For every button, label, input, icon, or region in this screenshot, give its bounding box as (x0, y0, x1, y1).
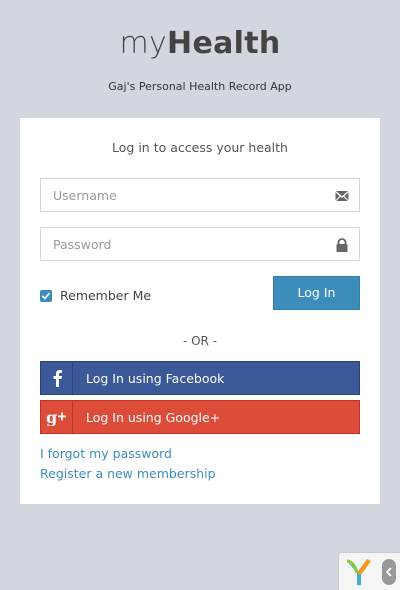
debug-toolbar-toggle[interactable] (382, 559, 396, 585)
google-login-label: Log In using Google+ (86, 409, 221, 425)
remember-me[interactable]: Remember Me (40, 288, 151, 303)
debug-toolbar[interactable] (338, 552, 400, 590)
login-box-message: Log in to access your health (112, 140, 288, 155)
envelope-icon (335, 191, 349, 202)
check-icon (41, 291, 51, 300)
google-login-button[interactable]: g Log In using Google+ (40, 400, 360, 434)
login-button[interactable]: Log In (273, 276, 360, 310)
or-divider: - OR - (182, 334, 218, 348)
lock-icon (336, 238, 348, 252)
facebook-login-label: Log In using Facebook (86, 370, 225, 386)
login-box: Log in to access your health Remember Me… (20, 118, 380, 504)
logo-light-text: my (119, 26, 168, 61)
google-plus-icon: g (41, 401, 73, 433)
password-field-wrapper (40, 227, 360, 261)
password-input[interactable] (41, 228, 359, 260)
register-link[interactable]: Register a new membership (40, 466, 216, 481)
logo-bold-text: Health (167, 26, 281, 61)
facebook-login-button[interactable]: Log In using Facebook (40, 361, 360, 395)
remember-me-label: Remember Me (60, 288, 152, 303)
remember-me-checkbox[interactable] (40, 289, 52, 302)
chevron-left-icon (385, 567, 392, 577)
app-subtitle: Gaj's Personal Health Record App (108, 80, 292, 93)
username-field-wrapper (40, 178, 360, 212)
yii-logo-icon (346, 559, 371, 585)
app-logo: myHealth (0, 26, 400, 61)
forgot-password-link[interactable]: I forgot my password (40, 446, 172, 461)
svg-text:g: g (46, 408, 57, 426)
username-input[interactable] (41, 179, 359, 211)
facebook-icon (41, 362, 73, 394)
